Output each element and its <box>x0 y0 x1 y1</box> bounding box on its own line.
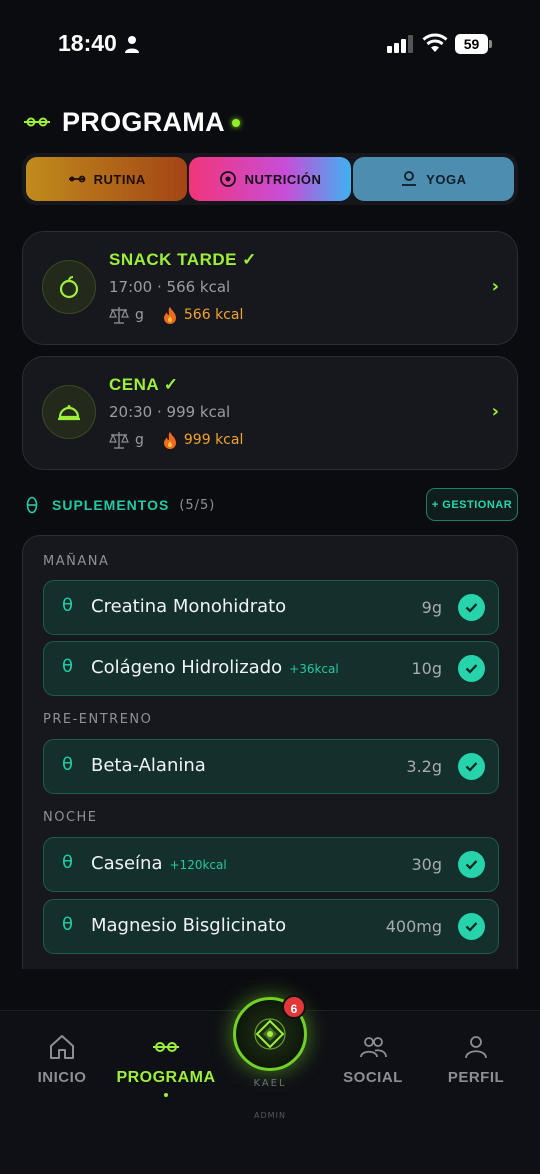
person-status-icon <box>125 36 139 53</box>
wifi-icon <box>422 33 448 52</box>
check-icon[interactable] <box>458 851 485 878</box>
supplement-item[interactable]: θ Magnesio Bisglicinato 400mg <box>43 899 499 954</box>
meal-kcal: 999 kcal <box>183 432 244 448</box>
supplement-kcal: +120kcal <box>169 858 227 872</box>
person-icon <box>465 1036 487 1059</box>
supplements-panel: MAÑANA θ Creatina Monohidrato 9g θ Colág… <box>22 535 518 969</box>
supplement-item[interactable]: θ Caseína +120kcal 30g <box>43 837 499 892</box>
check-icon[interactable] <box>458 655 485 682</box>
supplements-header: SUPLEMENTOS (5/5) <box>26 490 215 520</box>
tab-nutricion[interactable]: NUTRICIÓN <box>189 157 351 201</box>
cloche-icon <box>58 405 80 421</box>
supplement-dose: 3.2g <box>406 757 442 776</box>
supplement-icon: θ <box>62 852 74 873</box>
tab-rutina[interactable]: RUTINA <box>26 157 188 201</box>
status-dot <box>231 119 240 127</box>
tab-yoga[interactable]: YOGA <box>352 157 514 201</box>
nav-label: PROGRAMA <box>116 1069 216 1086</box>
meal-name: SNACK TARDE ✓ <box>109 250 257 269</box>
supplement-dose: 10g <box>411 659 442 678</box>
supplement-item[interactable]: θ Colágeno Hidrolizado +36kcal 10g <box>43 641 499 696</box>
meal-card-cena[interactable]: CENA ✓ 20:30 · 999 kcal g 999 kcal › <box>22 356 518 470</box>
meal-name: CENA ✓ <box>109 375 179 394</box>
supplement-icon: θ <box>62 656 74 677</box>
supplement-name: Magnesio Bisglicinato <box>91 915 287 936</box>
nav-label: PERFIL <box>447 1069 505 1086</box>
tab-label: RUTINA <box>93 171 146 187</box>
scale-icon <box>109 307 129 324</box>
check-icon[interactable] <box>458 753 485 780</box>
apple-icon <box>59 276 79 299</box>
check-icon[interactable] <box>458 594 485 621</box>
check-icon[interactable] <box>458 913 485 940</box>
meal-icon-wrapper <box>42 385 96 439</box>
user-role: ADMIN <box>254 1111 286 1120</box>
supplement-dose: 400mg <box>385 917 442 936</box>
meal-kcal: 566 kcal <box>183 307 244 323</box>
supplement-dose: 9g <box>421 598 442 617</box>
supplement-name: Caseína +120kcal <box>91 853 227 874</box>
manage-supplements-button[interactable]: + GESTIONAR <box>426 488 518 521</box>
supplement-name: Colágeno Hidrolizado +36kcal <box>91 657 339 678</box>
page-title: PROGRAMA <box>62 106 225 137</box>
chevron-right-icon[interactable]: › <box>492 276 499 297</box>
yoga-icon <box>402 171 417 186</box>
supplement-name: Beta-Alanina <box>91 755 206 776</box>
bottom-nav: INICIO PROGRAMA 6 KAEL ADMIN SOCIAL PERF… <box>0 995 540 1174</box>
group-label-noche: NOCHE <box>43 810 98 825</box>
nav-programa[interactable]: PROGRAMA <box>116 1033 216 1097</box>
people-icon <box>360 1037 387 1058</box>
battery-level: 59 <box>455 34 488 54</box>
nav-label: SOCIAL <box>343 1069 403 1086</box>
chevron-right-icon[interactable]: › <box>492 401 499 422</box>
user-name: KAEL <box>253 1078 287 1089</box>
fire-icon <box>163 307 176 324</box>
active-dot <box>164 1093 168 1097</box>
supplement-dose: 30g <box>411 855 442 874</box>
supplement-icon: θ <box>62 914 74 935</box>
supplement-kcal: +36kcal <box>289 662 339 676</box>
group-label-manana: MAÑANA <box>43 554 110 569</box>
dumbbell-logo-icon <box>24 117 50 127</box>
dumbbell-icon <box>153 1042 179 1052</box>
meal-meta: 17:00 · 566 kcal <box>109 278 231 296</box>
supplements-title: SUPLEMENTOS <box>52 497 170 513</box>
pill-icon <box>26 496 38 514</box>
meal-unit: g <box>135 432 144 448</box>
program-tabs: RUTINA NUTRICIÓN YOGA <box>22 153 518 205</box>
home-icon <box>50 1035 74 1059</box>
notification-badge: 6 <box>282 995 306 1019</box>
meal-unit: g <box>135 307 144 323</box>
supplement-item[interactable]: θ Creatina Monohidrato 9g <box>43 580 499 635</box>
nav-label: INICIO <box>37 1069 87 1086</box>
supplement-icon: θ <box>62 595 74 616</box>
signal-icon <box>387 35 413 53</box>
supplement-icon: θ <box>62 754 74 775</box>
battery-tip <box>489 40 492 48</box>
supplement-name: Creatina Monohidrato <box>91 596 287 617</box>
tab-label: YOGA <box>426 171 467 187</box>
supplement-item[interactable]: θ Beta-Alanina 3.2g <box>43 739 499 794</box>
nav-perfil[interactable]: PERFIL <box>426 1033 526 1086</box>
fire-icon <box>163 432 176 449</box>
meal-stats: g 566 kcal <box>109 306 243 324</box>
page-header: PROGRAMA <box>24 102 240 142</box>
supplements-count: (5/5) <box>179 497 216 513</box>
meal-card-snack[interactable]: SNACK TARDE ✓ 17:00 · 566 kcal g 566 kca… <box>22 231 518 345</box>
meal-meta: 20:30 · 999 kcal <box>109 403 231 421</box>
status-bar: 18:40 59 <box>0 0 540 90</box>
tab-label: NUTRICIÓN <box>244 171 322 187</box>
target-icon <box>219 171 236 187</box>
status-time: 18:40 <box>58 30 117 56</box>
nav-social[interactable]: SOCIAL <box>323 1033 423 1086</box>
scale-icon <box>109 432 129 449</box>
dumbbell-icon <box>68 175 86 183</box>
meal-icon-wrapper <box>42 260 96 314</box>
battery-indicator: 59 <box>455 34 493 54</box>
nav-inicio[interactable]: INICIO <box>12 1033 112 1086</box>
meal-stats: g 999 kcal <box>109 431 243 449</box>
group-label-pre-entreno: PRE-ENTRENO <box>43 712 153 727</box>
emblem-icon <box>254 1018 286 1050</box>
